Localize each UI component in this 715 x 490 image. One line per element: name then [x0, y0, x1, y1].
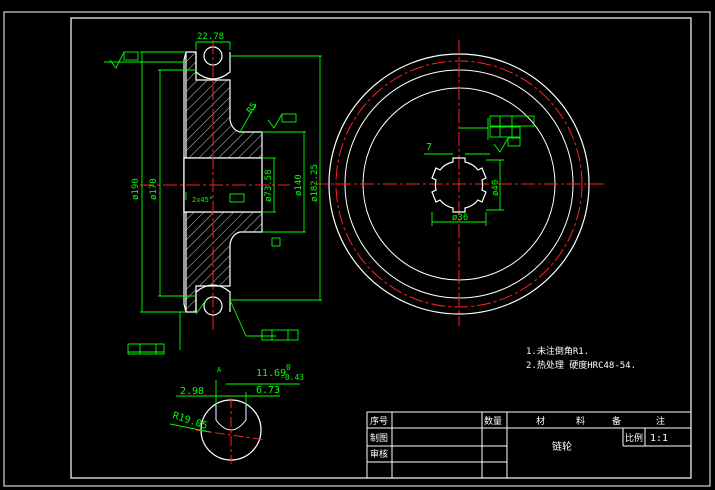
tb-scale-label: 比例	[625, 432, 643, 444]
front-view: 7 ø40 ø36	[314, 40, 604, 326]
tb-header-rem1: 备	[612, 415, 621, 427]
dim-spline-7: 7	[426, 142, 432, 153]
dim-dia-170: ø170	[149, 178, 159, 200]
dim-detail-tol-lower: -0.43	[280, 373, 304, 382]
tb-header-no: 序号	[370, 415, 388, 427]
outer-frame	[3, 11, 711, 487]
dim-width-top: 22.78	[197, 32, 224, 42]
note-line-1: 1.未注倒角R1.	[526, 345, 589, 357]
dim-spline-36: ø36	[452, 213, 468, 223]
tb-scale-value: 1:1	[650, 433, 668, 444]
dim-dia-140: ø140	[294, 174, 304, 196]
tooth-detail: A 11.69 0 -0.43 2.98 6.73 R19.05	[169, 363, 304, 464]
inner-frame	[70, 17, 692, 479]
tb-part-name: 链轮	[552, 440, 572, 453]
dim-spline-40: ø40	[491, 180, 501, 196]
note-line-2: 2.热处理 硬度HRC48-54.	[526, 359, 636, 371]
dim-detail-6-73: 6.73	[256, 385, 280, 396]
drawing-canvas: 22.78 ø190 ø170 ø73.58 ø140 ø182.25 R5 2…	[3, 11, 711, 487]
detail-label: A	[217, 366, 222, 374]
dim-detail-2-98: 2.98	[180, 386, 204, 397]
title-block: 序号 数量 材 料 备 注 制图 审核 链轮 比例 1:1	[366, 411, 692, 479]
tb-header-rem2: 注	[656, 415, 665, 427]
section-view: 22.78 ø190 ø170 ø73.58 ø140 ø182.25 R5 2…	[104, 32, 322, 355]
dim-dia-190: ø190	[131, 178, 141, 200]
tb-drawn: 制图	[370, 432, 388, 444]
dim-detail-tol-upper: 0	[286, 363, 291, 372]
dim-chamfer: 2x45°	[192, 196, 213, 204]
tb-checked: 审核	[370, 448, 388, 460]
dim-dia-73-58: ø73.58	[264, 169, 274, 202]
dim-detail-r19-05: R19.05	[171, 410, 209, 432]
tb-header-qty: 数量	[484, 415, 502, 427]
tb-header-mat2: 料	[576, 415, 585, 427]
dim-radius-5: R5	[245, 101, 259, 116]
technical-notes: 1.未注倒角R1. 2.热处理 硬度HRC48-54.	[526, 345, 636, 371]
dim-dia-182-25: ø182.25	[310, 164, 320, 202]
tb-header-mat1: 材	[536, 415, 545, 427]
